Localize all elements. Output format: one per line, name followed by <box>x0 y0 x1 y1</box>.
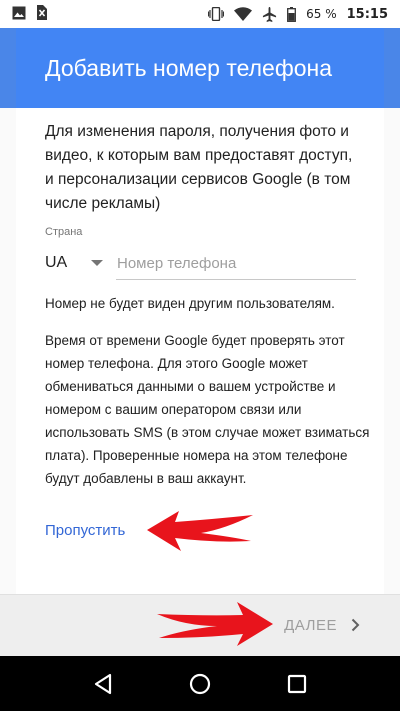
sim-off-icon <box>36 5 48 23</box>
next-button[interactable]: ДАЛЕЕ <box>264 605 374 645</box>
app-bar: Добавить номер телефона <box>0 28 400 108</box>
battery-percent: 65 % <box>306 7 337 21</box>
annotation-arrow-skip <box>147 511 253 551</box>
phone-number-input[interactable] <box>116 252 356 280</box>
status-bar: 65 % 15:15 <box>0 0 400 28</box>
verification-note: Время от времени Google будет проверять … <box>45 333 370 486</box>
description-text: Для изменения пароля, получения фото и в… <box>45 123 353 212</box>
back-icon[interactable] <box>83 664 123 704</box>
wifi-icon <box>234 7 253 21</box>
home-icon[interactable] <box>180 664 220 704</box>
navigation-bar <box>0 656 400 711</box>
chevron-right-icon <box>351 618 360 632</box>
country-value: UA <box>45 254 68 271</box>
country-select[interactable]: UA <box>45 248 105 278</box>
status-right: 65 % 15:15 <box>208 6 388 22</box>
dropdown-arrow-icon <box>91 260 103 266</box>
country-label: Страна <box>45 226 83 238</box>
airplane-icon <box>262 6 277 22</box>
page-title: Добавить номер телефона <box>45 54 333 81</box>
recents-icon[interactable] <box>277 664 317 704</box>
next-label: ДАЛЕЕ <box>284 616 337 634</box>
skip-button[interactable]: Пропустить <box>45 522 125 539</box>
annotation-arrow-next <box>157 602 273 646</box>
privacy-note: Номер не будет виден другим пользователя… <box>45 296 335 311</box>
vibrate-icon <box>208 7 225 21</box>
image-icon <box>12 6 26 23</box>
clock: 15:15 <box>346 6 388 22</box>
status-left <box>12 5 48 23</box>
battery-icon <box>287 6 297 22</box>
